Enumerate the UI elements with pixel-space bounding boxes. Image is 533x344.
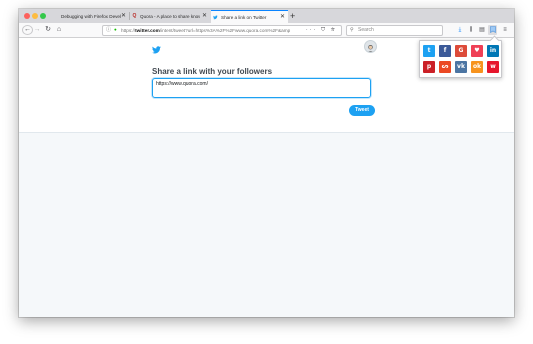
pocket-share-icon[interactable]: ♥: [471, 45, 483, 57]
tweet-button[interactable]: Tweet: [349, 105, 375, 116]
home-icon[interactable]: ⌂: [55, 25, 63, 35]
sidebar-icon[interactable]: ▤: [478, 25, 486, 35]
twitter-share-icon[interactable]: t: [423, 45, 435, 57]
menu-icon[interactable]: ≡: [501, 25, 509, 35]
reload-icon[interactable]: ↻: [44, 25, 52, 35]
stumbleupon-share-icon[interactable]: ᔕ: [439, 61, 451, 73]
pinterest-share-icon[interactable]: p: [423, 61, 435, 73]
search-input[interactable]: ⚲ Search: [346, 25, 443, 36]
weibo-share-icon[interactable]: w: [487, 61, 499, 73]
search-placeholder: Search: [358, 27, 374, 33]
screenshot-stage: Debugging with Firefox Developer ✕ Q Quo…: [0, 0, 533, 344]
google-plus-share-icon[interactable]: G: [455, 45, 467, 57]
twitter-logo-icon[interactable]: [152, 41, 161, 54]
tab-title: Debugging with Firefox Developer: [61, 14, 121, 19]
tab-debugging[interactable]: Debugging with Firefox Developer ✕: [51, 10, 129, 23]
tweet-text-input[interactable]: https://www.quora.com/: [152, 78, 371, 98]
forward-arrow-icon[interactable]: →: [33, 25, 41, 35]
share-popup-panel: t f G ♥ in p ᔕ vk ok w: [419, 35, 502, 78]
close-tab-icon[interactable]: ✕: [121, 10, 126, 23]
page-actions-icons[interactable]: ··· ⛉ ☆: [306, 26, 337, 35]
url-text[interactable]: https://twitter.com/intent/tweet?url=htt…: [121, 26, 293, 35]
search-icon: ⚲: [350, 27, 354, 33]
tab-title: Quora - A place to share knowl: [140, 14, 200, 19]
facebook-share-icon[interactable]: f: [439, 45, 451, 57]
back-arrow-icon[interactable]: ←: [22, 25, 33, 35]
page-content: Share a link with your followers https:/…: [19, 38, 514, 317]
tab-strip: Debugging with Firefox Developer ✕ Q Quo…: [19, 9, 514, 24]
navigation-bar: ← → ↻ ⌂ ⓘ ● https://twitter.com/intent/t…: [19, 23, 514, 38]
url-bar[interactable]: ⓘ ● https://twitter.com/intent/tweet?url…: [102, 25, 342, 36]
quora-icon: Q: [132, 13, 137, 19]
lock-icon: ●: [114, 27, 117, 32]
info-icon[interactable]: ⓘ: [106, 26, 111, 35]
close-tab-icon[interactable]: ✕: [202, 10, 207, 23]
twitter-icon: [213, 15, 218, 20]
firefox-devtools-icon: [53, 14, 58, 19]
vk-share-icon[interactable]: vk: [455, 61, 467, 73]
odnoklassniki-share-icon[interactable]: ok: [471, 61, 483, 73]
new-tab-button[interactable]: +: [290, 10, 295, 22]
download-icon[interactable]: ⤓: [456, 25, 464, 35]
browser-window: Debugging with Firefox Developer ✕ Q Quo…: [19, 9, 514, 317]
close-window-button[interactable]: [24, 13, 30, 19]
page-title: Share a link with your followers: [152, 67, 273, 76]
tab-twitter-share[interactable]: Share a link on Twitter ✕: [211, 10, 288, 24]
user-avatar[interactable]: [364, 40, 377, 53]
maximize-window-button[interactable]: [40, 13, 46, 19]
minimize-window-button[interactable]: [32, 13, 38, 19]
share-extension-icon[interactable]: [488, 25, 497, 35]
linkedin-share-icon[interactable]: in: [487, 45, 499, 57]
tab-quora[interactable]: Q Quora - A place to share knowl ✕: [130, 10, 210, 23]
library-icon[interactable]: ⫼: [467, 25, 475, 35]
